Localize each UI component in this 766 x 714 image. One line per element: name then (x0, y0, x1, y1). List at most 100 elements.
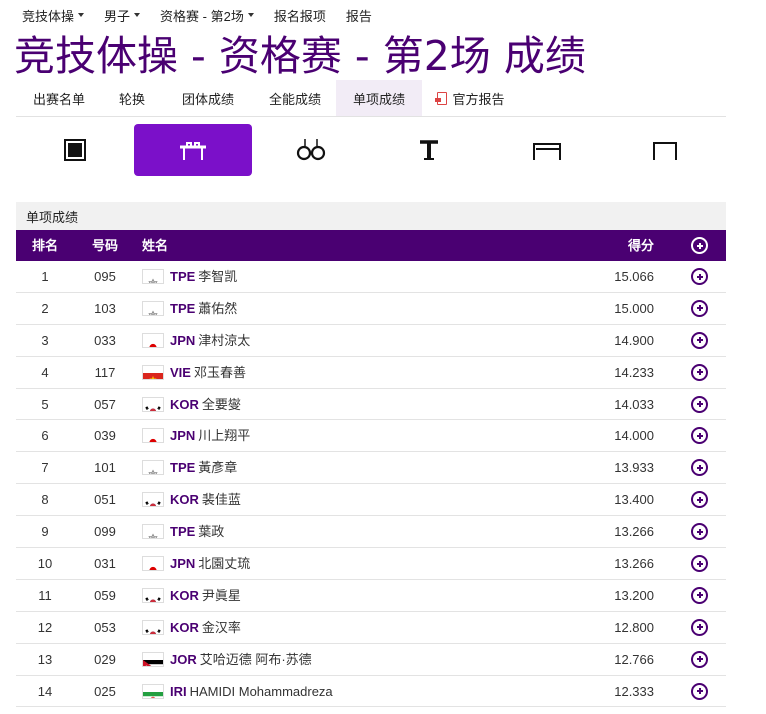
flag-jpn-icon (142, 332, 164, 348)
apparatus-horizontal-bar[interactable] (606, 124, 724, 176)
table-row[interactable]: 6 039 JPN 川上翔平 14.000 (16, 420, 726, 453)
flag-kor-icon (142, 396, 164, 412)
rank-cell: 1 (41, 269, 49, 284)
score-cell: 12.800 (614, 619, 654, 635)
expand-row-button[interactable] (691, 644, 708, 675)
athlete-name: 北園丈琉 (198, 556, 251, 572)
floor-exercise-icon (64, 139, 86, 161)
score-cell: 14.000 (614, 428, 654, 444)
plus-icon (691, 268, 708, 285)
athlete-cell[interactable]: JOR 艾哈迈德 阿布·苏德 (142, 644, 312, 675)
expand-row-button[interactable] (691, 612, 708, 643)
table-row[interactable]: 8 051 KOR 裴佳蓝 13.400 (16, 484, 726, 517)
table-row[interactable]: 9 099 TPE 葉政 13.266 (16, 516, 726, 549)
section-title: 单项成绩 (16, 202, 726, 230)
plus-icon (691, 682, 708, 700)
expand-row-button[interactable] (691, 484, 708, 515)
bib-cell: 101 (94, 460, 116, 476)
top-nav: 竞技体操 男子 资格赛 - 第2场 报名报项 报告 (22, 6, 372, 24)
athlete-cell[interactable]: KOR 裴佳蓝 (142, 484, 241, 515)
nav-phase[interactable]: 资格赛 - 第2场 (160, 6, 254, 25)
tab-rotation[interactable]: 轮换 (102, 80, 162, 116)
score-cell: 13.933 (614, 460, 654, 476)
athlete-cell[interactable]: TPE 蕭佑然 (142, 293, 237, 324)
expand-row-button[interactable] (691, 325, 708, 356)
expand-row-button[interactable] (691, 261, 708, 292)
col-header-rank: 排名 (31, 238, 58, 253)
apparatus-rings[interactable] (252, 124, 370, 176)
table-row[interactable]: 14 025 IRI HAMIDI Mohammadreza 12.333 (16, 676, 726, 708)
plus-icon (691, 237, 708, 254)
rank-cell: 2 (41, 300, 49, 316)
table-row[interactable]: 2 103 TPE 蕭佑然 15.000 (16, 293, 726, 325)
athlete-cell[interactable]: TPE 李智凯 (142, 261, 237, 292)
apparatus-pommel-horse[interactable] (134, 124, 252, 176)
table-row[interactable]: 12 053 KOR 金汉率 12.800 (16, 612, 726, 644)
bib-cell: 059 (94, 587, 116, 603)
plus-icon (691, 299, 708, 317)
athlete-cell[interactable]: TPE 黃彥章 (142, 452, 237, 483)
score-cell: 13.266 (614, 524, 654, 540)
tab-all-around-results[interactable]: 全能成绩 (254, 80, 336, 116)
athlete-cell[interactable]: KOR 尹眞星 (142, 580, 241, 611)
athlete-cell[interactable]: KOR 全要燮 (142, 389, 241, 420)
flag-jpn-icon (142, 428, 164, 444)
tab-start-list[interactable]: 出赛名单 (16, 80, 102, 116)
table-row[interactable]: 4 117 VIE 邓玉春善 14.233 (16, 357, 726, 389)
table-row[interactable]: 13 029 JOR 艾哈迈德 阿布·苏德 12.766 (16, 644, 726, 676)
athlete-cell[interactable]: JPN 津村涼太 (142, 325, 250, 356)
nav-gender[interactable]: 男子 (104, 6, 141, 25)
expand-row-button[interactable] (691, 548, 708, 579)
athlete-cell[interactable]: TPE 葉政 (142, 516, 224, 547)
noc-code: KOR (170, 619, 199, 635)
athlete-cell[interactable]: JPN 川上翔平 (142, 420, 250, 451)
bib-cell: 053 (94, 619, 116, 635)
expand-row-button[interactable] (691, 676, 708, 707)
apparatus-parallel-bars[interactable] (488, 124, 606, 176)
nav-gender-label: 男子 (104, 8, 131, 24)
rank-cell: 6 (41, 428, 49, 444)
expand-row-button[interactable] (691, 357, 708, 388)
flag-tpe-icon (142, 269, 164, 284)
bib-cell: 039 (94, 428, 116, 444)
plus-icon (691, 427, 708, 445)
expand-row-button[interactable] (691, 452, 708, 483)
pdf-icon (435, 91, 448, 105)
athlete-cell[interactable]: JPN 北園丈琉 (142, 548, 250, 579)
expand-row-button[interactable] (691, 389, 708, 420)
table-row[interactable]: 7 101 TPE 黃彥章 13.933 (16, 452, 726, 485)
bib-cell: 031 (94, 556, 116, 572)
tab-official-report[interactable]: 官方报告 (422, 80, 520, 116)
results-table-body: 1 095 TPE 李智凯 15.066 2 103 TPE 蕭佑然 15.000 3 033 JPN 津… (16, 261, 726, 708)
vault-icon (420, 140, 438, 160)
table-row[interactable]: 11 059 KOR 尹眞星 13.200 (16, 580, 726, 612)
nav-sport[interactable]: 竞技体操 (22, 6, 85, 25)
tab-team-results[interactable]: 团体成绩 (162, 80, 254, 116)
tab-apparatus-results[interactable]: 单项成绩 (336, 80, 422, 116)
nav-reports[interactable]: 报告 (346, 6, 372, 25)
athlete-cell[interactable]: KOR 金汉率 (142, 612, 241, 643)
table-row[interactable]: 3 033 JPN 津村涼太 14.900 (16, 325, 726, 357)
apparatus-vault[interactable] (370, 124, 488, 176)
apparatus-floor[interactable] (16, 124, 134, 176)
expand-row-button[interactable] (691, 293, 708, 324)
rank-cell: 14 (37, 683, 53, 699)
table-row[interactable]: 5 057 KOR 全要燮 14.033 (16, 389, 726, 421)
noc-code: JOR (170, 651, 197, 667)
score-cell: 13.200 (614, 587, 654, 603)
bib-cell: 057 (94, 396, 116, 412)
athlete-cell[interactable]: VIE 邓玉春善 (142, 357, 246, 388)
expand-row-button[interactable] (691, 580, 708, 611)
table-row[interactable]: 1 095 TPE 李智凯 15.066 (16, 261, 726, 293)
nav-entries[interactable]: 报名报项 (274, 6, 326, 25)
table-row[interactable]: 10 031 JPN 北園丈琉 13.266 (16, 548, 726, 580)
flag-kor-icon (142, 587, 164, 603)
tab-label: 轮换 (118, 91, 145, 107)
flag-tpe-icon (142, 300, 164, 316)
expand-row-button[interactable] (691, 420, 708, 451)
expand-row-button[interactable] (691, 516, 708, 547)
athlete-cell[interactable]: IRI HAMIDI Mohammadreza (142, 676, 333, 707)
tab-label: 出赛名单 (32, 91, 85, 107)
rank-cell: 8 (41, 492, 49, 508)
pommel-horse-icon (180, 142, 206, 160)
